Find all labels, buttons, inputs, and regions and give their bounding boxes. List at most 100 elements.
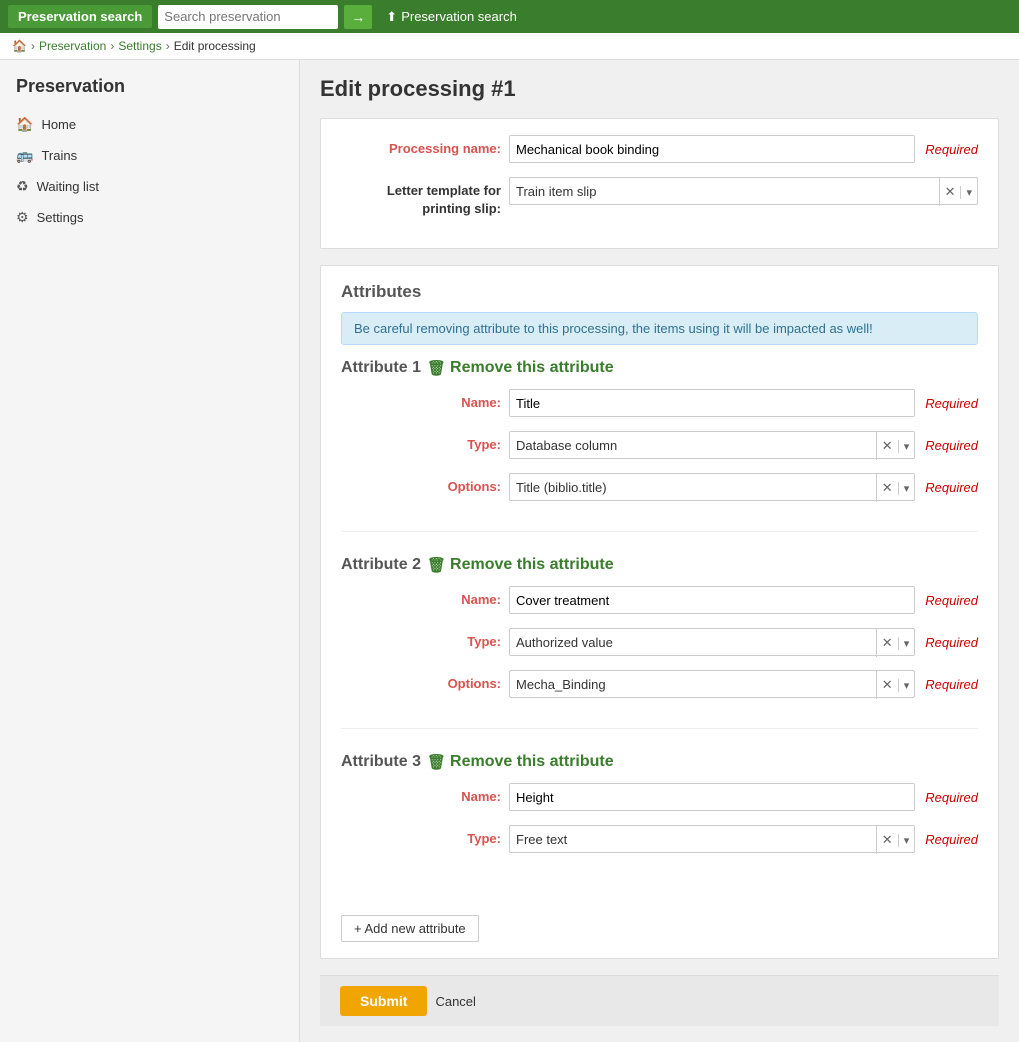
attribute-1-heading: Attribute 1 🗑 Remove this attribute xyxy=(341,359,978,377)
search-input[interactable] xyxy=(158,5,338,29)
breadcrumb-preservation[interactable]: Preservation xyxy=(39,39,106,53)
breadcrumb-current: Edit processing xyxy=(174,39,256,53)
add-new-attribute-button[interactable]: + Add new attribute xyxy=(341,915,479,942)
attribute-3-heading: Attribute 3 🗑 Remove this attribute xyxy=(341,753,978,771)
attribute-3-remove-label: Remove this attribute xyxy=(450,753,614,771)
attr3-type-select[interactable]: Free text ✕ ▾ xyxy=(509,825,915,853)
processing-name-wrap: Required xyxy=(509,135,978,163)
attribute-2-heading: Attribute 2 🗑 Remove this attribute xyxy=(341,556,978,574)
attr1-type-row: Type: Database column ✕ ▾ Required xyxy=(341,431,978,459)
attr1-name-input[interactable] xyxy=(509,389,915,417)
sidebar-item-label: Trains xyxy=(41,148,77,163)
breadcrumb-settings[interactable]: Settings xyxy=(118,39,161,53)
attr1-type-required: Required xyxy=(925,438,978,453)
recycle-icon: ♻ xyxy=(16,178,29,195)
attr2-options-required: Required xyxy=(925,677,978,692)
attr2-options-chevron-btn[interactable]: ▾ xyxy=(898,679,915,692)
attr1-type-value: Database column xyxy=(516,438,617,453)
attr1-options-select-wrap: Title (biblio.title) ✕ ▾ xyxy=(509,473,915,501)
attr3-type-value: Free text xyxy=(516,832,567,847)
attr3-type-required: Required xyxy=(925,832,978,847)
gear-icon: ⚙ xyxy=(16,209,29,226)
sidebar-item-label: Settings xyxy=(37,210,84,225)
attr3-name-row: Name: Required xyxy=(341,783,978,811)
search-go-button[interactable]: → xyxy=(344,5,372,29)
attribute-2-remove-link[interactable]: 🗑 Remove this attribute xyxy=(427,556,614,574)
attr1-type-clear-btn[interactable]: ✕ xyxy=(877,438,898,454)
attr1-type-label: Type: xyxy=(341,431,501,454)
attr2-name-input[interactable] xyxy=(509,586,915,614)
layout: Preservation 🏠 Home 🚌 Trains ♻ Waiting l… xyxy=(0,60,1019,1042)
attr1-name-required: Required xyxy=(925,396,978,411)
attribute-3-remove-link[interactable]: 🗑 Remove this attribute xyxy=(427,753,614,771)
attr2-type-select-wrap: Authorized value ✕ ▾ xyxy=(509,628,915,656)
attr1-options-value: Title (biblio.title) xyxy=(516,480,607,495)
home-icon: 🏠 xyxy=(16,116,33,133)
attr1-options-chevron-btn[interactable]: ▾ xyxy=(898,482,915,495)
attr3-type-chevron-btn[interactable]: ▾ xyxy=(898,834,915,847)
trash-icon: 🗑 xyxy=(427,556,446,574)
letter-template-wrap: Train item slip ✕ ▾ xyxy=(509,177,978,205)
submit-button[interactable]: Submit xyxy=(340,986,427,1016)
letter-template-row: Letter template for printing slip: Train… xyxy=(341,177,978,218)
attr1-type-chevron-btn[interactable]: ▾ xyxy=(898,440,915,453)
attr2-options-value: Mecha_Binding xyxy=(516,677,606,692)
attr2-name-label: Name: xyxy=(341,586,501,609)
preservation-search-button[interactable]: Preservation search xyxy=(8,5,152,28)
attr3-type-clear-btn[interactable]: ✕ xyxy=(877,832,898,848)
attr2-type-select[interactable]: Authorized value ✕ ▾ xyxy=(509,628,915,656)
cancel-link[interactable]: Cancel xyxy=(435,994,475,1009)
attr2-type-chevron-btn[interactable]: ▾ xyxy=(898,637,915,650)
attr1-name-row: Name: Required xyxy=(341,389,978,417)
home-icon[interactable]: 🏠 xyxy=(12,39,27,53)
letter-template-chevron-btn[interactable]: ▾ xyxy=(960,186,977,199)
letter-template-value: Train item slip xyxy=(516,184,596,199)
processing-name-input[interactable] xyxy=(509,135,915,163)
sidebar-item-waiting-list[interactable]: ♻ Waiting list xyxy=(0,171,299,202)
attr3-name-input[interactable] xyxy=(509,783,915,811)
attr1-type-select[interactable]: Database column ✕ ▾ xyxy=(509,431,915,459)
attr1-type-select-wrap: Database column ✕ ▾ xyxy=(509,431,915,459)
attr3-type-label: Type: xyxy=(341,825,501,848)
attr3-name-required: Required xyxy=(925,790,978,805)
attribute-1-block: Attribute 1 🗑 Remove this attribute Name… xyxy=(341,359,978,532)
attr3-name-label: Name: xyxy=(341,783,501,806)
attr1-options-select[interactable]: Title (biblio.title) ✕ ▾ xyxy=(509,473,915,501)
processing-name-row: Processing name: Required xyxy=(341,135,978,163)
attr2-options-label: Options: xyxy=(341,670,501,693)
upload-icon: ⬆ xyxy=(386,9,397,25)
attribute-1-remove-link[interactable]: 🗑 Remove this attribute xyxy=(427,359,614,377)
bus-icon: 🚌 xyxy=(16,147,33,164)
processing-name-label: Processing name: xyxy=(341,135,501,158)
preservation-search-link[interactable]: ⬆ Preservation search xyxy=(386,9,517,25)
attribute-2-remove-label: Remove this attribute xyxy=(450,556,614,574)
letter-template-select-wrap: Train item slip ✕ ▾ xyxy=(509,177,978,205)
letter-template-clear-btn[interactable]: ✕ xyxy=(940,184,961,200)
attr2-options-select-wrap: Mecha_Binding ✕ ▾ xyxy=(509,670,915,698)
attr1-options-required: Required xyxy=(925,480,978,495)
sidebar-item-home[interactable]: 🏠 Home xyxy=(0,109,299,140)
processing-form-card: Processing name: Required Letter templat… xyxy=(320,118,999,249)
attr2-name-required: Required xyxy=(925,593,978,608)
attr2-type-label: Type: xyxy=(341,628,501,651)
attributes-section-title: Attributes xyxy=(341,282,978,302)
attr1-name-label: Name: xyxy=(341,389,501,412)
sidebar-item-label: Waiting list xyxy=(37,179,99,194)
attribute-3-block: Attribute 3 🗑 Remove this attribute Name… xyxy=(341,753,978,883)
attributes-warning: Be careful removing attribute to this pr… xyxy=(341,312,978,345)
page-title: Edit processing #1 xyxy=(320,76,999,102)
attribute-1-remove-label: Remove this attribute xyxy=(450,359,614,377)
attr3-type-select-wrap: Free text ✕ ▾ xyxy=(509,825,915,853)
sidebar-item-trains[interactable]: 🚌 Trains xyxy=(0,140,299,171)
attr3-type-row: Type: Free text ✕ ▾ Required xyxy=(341,825,978,853)
sidebar-item-settings[interactable]: ⚙ Settings xyxy=(0,202,299,233)
sidebar: Preservation 🏠 Home 🚌 Trains ♻ Waiting l… xyxy=(0,60,300,1042)
attr2-type-clear-btn[interactable]: ✕ xyxy=(877,635,898,651)
attr2-options-clear-btn[interactable]: ✕ xyxy=(877,677,898,693)
attr1-options-clear-btn[interactable]: ✕ xyxy=(877,480,898,496)
letter-template-label: Letter template for printing slip: xyxy=(341,177,501,218)
trash-icon: 🗑 xyxy=(427,359,446,377)
letter-template-select[interactable]: Train item slip ✕ ▾ xyxy=(509,177,978,205)
sidebar-item-label: Home xyxy=(41,117,76,132)
attr2-options-select[interactable]: Mecha_Binding ✕ ▾ xyxy=(509,670,915,698)
